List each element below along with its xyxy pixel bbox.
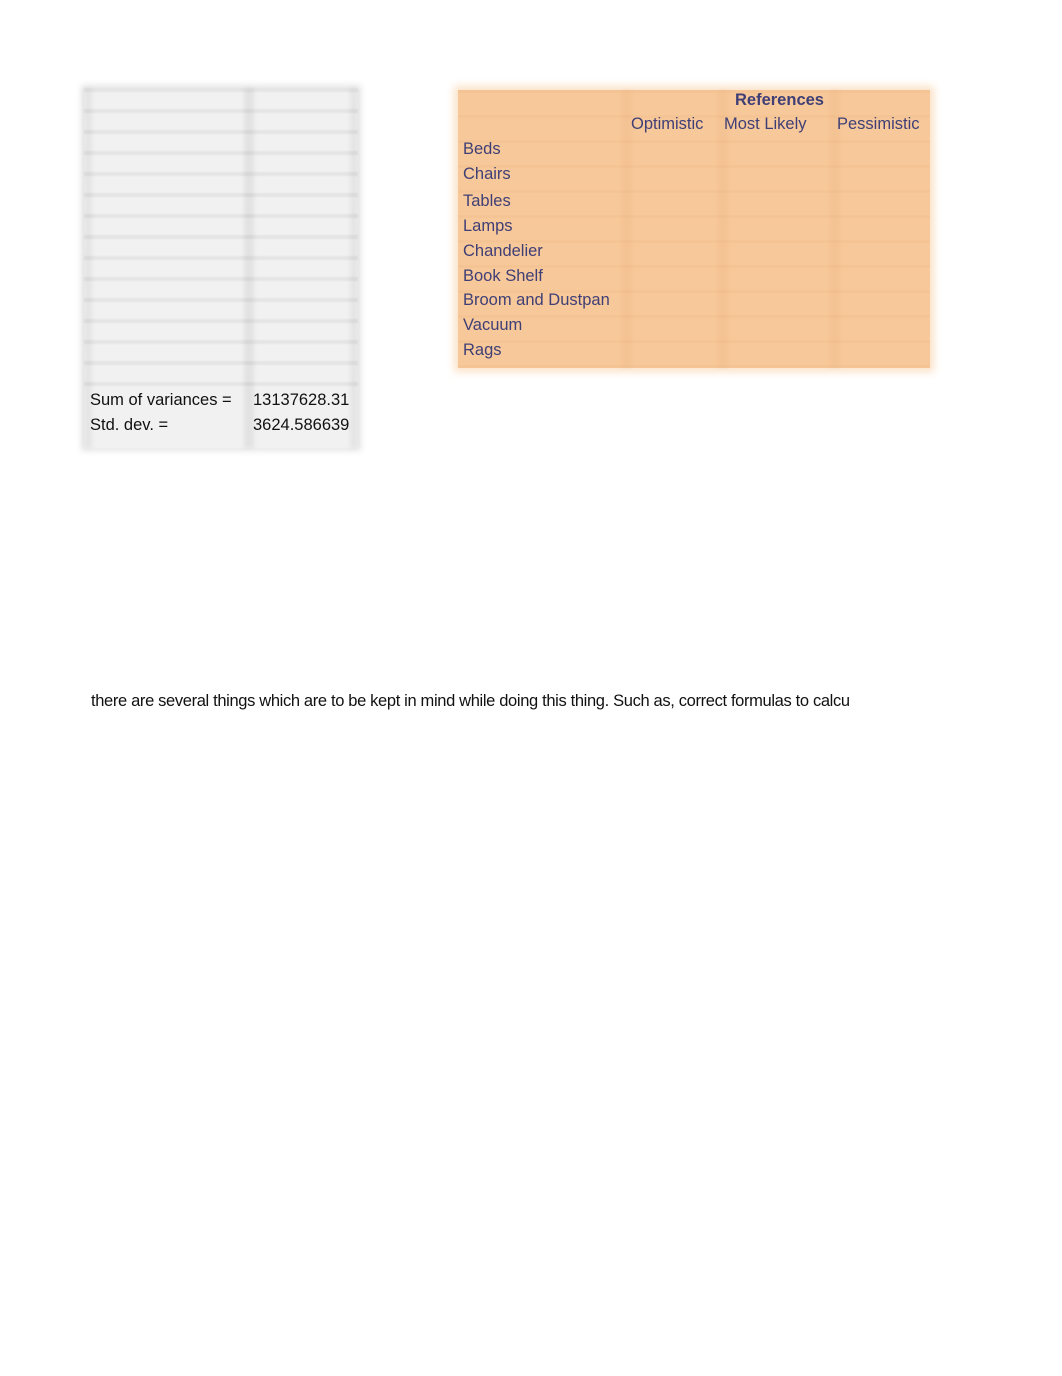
row-label-chairs: Chairs xyxy=(463,165,511,183)
references-title: References xyxy=(735,91,824,109)
blurred-grid-rows xyxy=(84,88,358,388)
std-dev-label: Std. dev. = xyxy=(90,416,169,434)
row-label-vacuum: Vacuum xyxy=(463,316,523,334)
column-header-optimistic: Optimistic xyxy=(631,115,704,133)
sum-of-variances-value[interactable]: 13137628.31 xyxy=(253,391,349,410)
column-header-most-likely: Most Likely xyxy=(724,115,807,133)
std-dev-value[interactable]: 3624.586639 xyxy=(253,416,349,435)
sum-of-variances-label: Sum of variances = xyxy=(90,391,232,409)
row-label-tables: Tables xyxy=(463,192,511,210)
table-edge-right xyxy=(350,88,358,448)
row-label-chandelier: Chandelier xyxy=(463,242,543,260)
row-label-book-shelf: Book Shelf xyxy=(463,267,543,285)
row-label-broom-and-dustpan: Broom and Dustpan xyxy=(463,291,610,309)
column-header-pessimistic: Pessimistic xyxy=(837,115,920,133)
row-label-rags: Rags xyxy=(463,341,502,359)
row-label-beds: Beds xyxy=(463,140,501,158)
row-label-lamps: Lamps xyxy=(463,217,513,235)
body-paragraph: there are several things which are to be… xyxy=(91,692,850,710)
